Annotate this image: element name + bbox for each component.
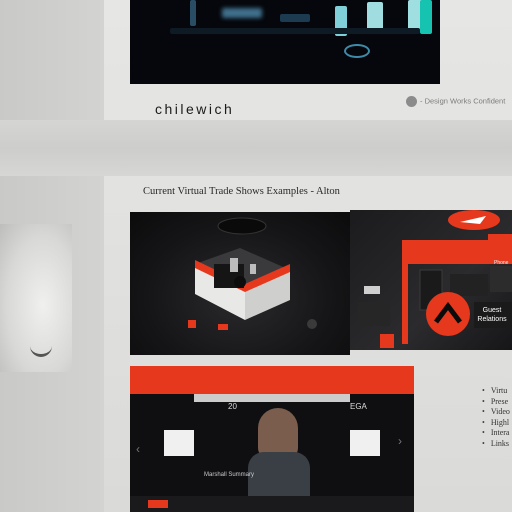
virtual-booth-screenshot: [130, 212, 350, 355]
alton-booth-screenshot: Guest Relations Phone: [350, 210, 512, 350]
video-controls-bar[interactable]: [130, 496, 414, 512]
feature-item: Links: [482, 439, 512, 450]
company-logo-icon: [406, 96, 417, 107]
feature-item: Prese: [482, 397, 512, 408]
video-url-bar: [194, 394, 350, 402]
product-shape: [30, 346, 52, 357]
brand-logo: chilewich: [155, 101, 235, 117]
phone-label: Phone: [494, 260, 509, 266]
video-right-text: EGA: [350, 402, 367, 411]
confidential-footer: - Design Works Confident: [406, 96, 512, 112]
previous-arrow-icon[interactable]: ‹: [136, 442, 140, 456]
guest-relations-sign: Guest Relations: [477, 307, 507, 323]
feature-item: Intera: [482, 428, 512, 439]
presenter-body: [248, 452, 310, 496]
video-top-text: 20: [228, 402, 237, 411]
next-arrow-icon[interactable]: ›: [398, 434, 402, 448]
feature-item: Video: [482, 407, 512, 418]
slide-divider: [104, 120, 512, 176]
feature-item: Virtu: [482, 386, 512, 397]
booth-illustration: [188, 217, 317, 330]
video-presentation-screenshot: 20 EGA ‹ › Marshall Summary: [130, 366, 414, 512]
previous-page: [0, 0, 104, 512]
alton-booth-illustration: [358, 210, 512, 348]
video-title: Marshall Summary: [204, 472, 255, 478]
product-thumbnail: [0, 224, 72, 372]
feature-item: Highl: [482, 418, 512, 429]
confidential-text: - Design Works Confident: [420, 96, 506, 106]
video-thumbnail-left[interactable]: [164, 430, 194, 456]
video-header-band: [130, 366, 414, 394]
showroom-screenshot: [130, 0, 440, 84]
section-heading: Current Virtual Trade Shows Examples - A…: [143, 186, 340, 197]
video-thumbnail-right[interactable]: [350, 430, 380, 456]
feature-list: Virtu Prese Video Highl Intera Links: [482, 386, 512, 449]
playback-control[interactable]: [148, 500, 168, 508]
presenter-face: [258, 408, 298, 458]
